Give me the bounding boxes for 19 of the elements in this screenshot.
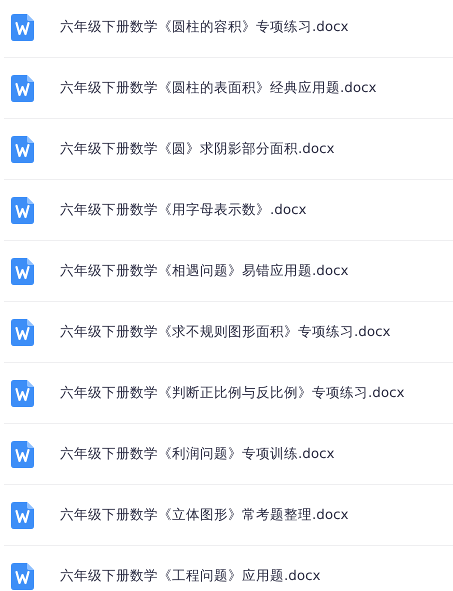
word-document-icon (11, 380, 34, 406)
file-name[interactable]: 六年级下册数学《工程问题》应用题.docx (60, 567, 321, 585)
word-document-icon (11, 502, 34, 528)
word-document-icon (11, 318, 34, 346)
file-name[interactable]: 六年级下册数学《圆》求阴影部分面积.docx (60, 140, 335, 158)
word-document-icon (11, 196, 34, 224)
file-name[interactable]: 六年级下册数学《相遇问题》易错应用题.docx (60, 262, 349, 280)
file-name[interactable]: 六年级下册数学《利润问题》专项训练.docx (60, 445, 335, 463)
word-document-icon (11, 136, 34, 162)
file-name[interactable]: 六年级下册数学《用字母表示数》.docx (60, 201, 307, 219)
file-name[interactable]: 六年级下册数学《圆柱的表面积》经典应用题.docx (60, 79, 377, 97)
word-document-icon (11, 258, 34, 284)
file-name[interactable]: 六年级下册数学《求不规则图形面积》专项练习.docx (60, 323, 391, 341)
word-document-icon (11, 14, 34, 40)
word-document-icon (11, 440, 34, 468)
file-name[interactable]: 六年级下册数学《判断正比例与反比例》专项练习.docx (60, 384, 405, 402)
word-document-icon (11, 74, 34, 102)
file-name[interactable]: 六年级下册数学《立体图形》常考题整理.docx (60, 506, 349, 524)
file-name[interactable]: 六年级下册数学《圆柱的容积》专项练习.docx (60, 18, 349, 36)
